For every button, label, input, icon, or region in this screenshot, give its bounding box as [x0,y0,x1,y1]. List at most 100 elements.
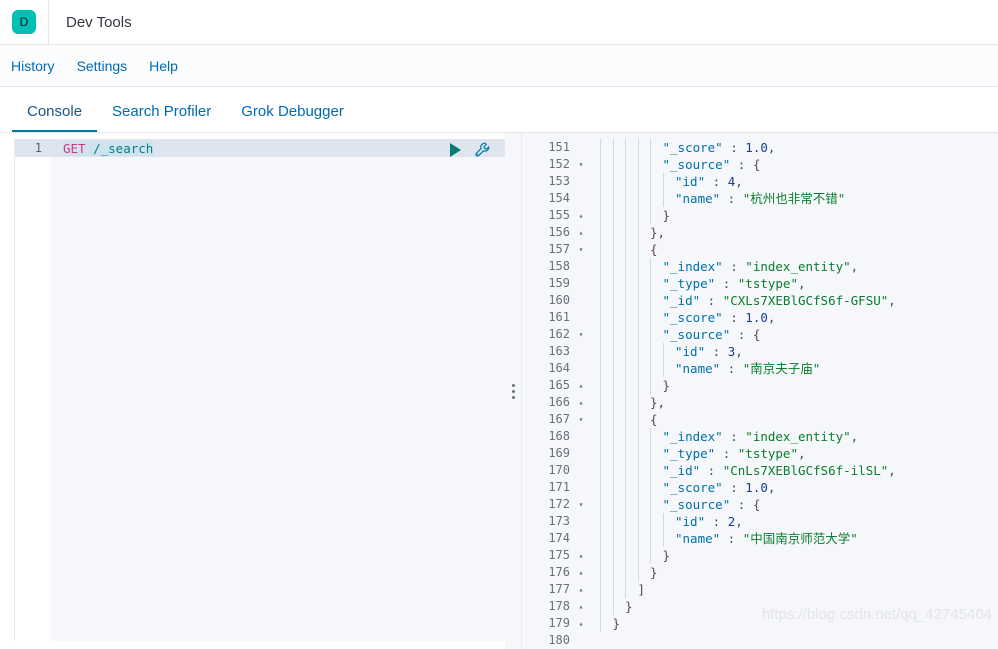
menu-item-history[interactable]: History [11,59,55,73]
play-triangle-icon[interactable] [449,143,462,157]
json-token: , [888,463,896,478]
response-line-content: }, [588,394,998,411]
indent-guide [625,139,638,156]
fold-collapse-icon[interactable]: ▴ [574,598,588,615]
response-line[interactable]: 170 "_id" : "CnLs7XEBlGCfS6f-ilSL", [522,462,998,479]
response-line[interactable]: 180 [522,632,998,649]
response-line[interactable]: 176 ▴} [522,564,998,581]
response-line[interactable]: 156 ▴}, [522,224,998,241]
response-line[interactable]: 151 "_score" : 1.0, [522,139,998,156]
response-line-content: "_type" : "tstype", [588,275,998,292]
json-token: : [722,480,746,495]
indent-guide [637,445,651,462]
panel-resize-handle[interactable] [505,133,521,649]
response-line[interactable]: 167 ▾ { [522,411,998,428]
response-line[interactable]: 169 "_type" : "tstype", [522,445,998,462]
fold-expand-icon[interactable]: ▾ [574,411,588,428]
response-line[interactable]: 161 "_score" : 1.0, [522,309,998,326]
fold-collapse-icon[interactable]: ▴ [574,564,588,581]
fold-collapse-icon[interactable]: ▴ [574,207,588,224]
fold-expand-icon[interactable]: ▾ [574,326,588,343]
response-line[interactable]: 157 ▾ { [522,241,998,258]
response-line[interactable]: 163 "id" : 3, [522,343,998,360]
indent-guide [625,496,638,513]
request-editor-empty-area[interactable] [51,157,505,641]
wrench-icon[interactable] [475,142,491,158]
indent-guide [612,224,626,241]
tab-console[interactable]: Console [12,104,98,132]
response-line[interactable]: 174 "name" : "中国南京师范大学" [522,530,998,547]
indent-guide [600,462,613,479]
fold-collapse-icon[interactable]: ▴ [574,547,588,564]
request-line-1[interactable]: 1 GET /_search [15,139,505,157]
response-line[interactable]: 158 "_index" : "index_entity", [522,258,998,275]
response-line[interactable]: 175 ▴} [522,547,998,564]
request-line-content[interactable]: GET /_search [51,140,505,156]
response-line-content: "_id" : "CXLs7XEBlGCfS6f-GFSU", [588,292,998,309]
json-token: "_id" [662,463,701,478]
json-token: "_id" [662,293,701,308]
request-editor-rows[interactable]: 1 GET /_search [15,139,505,641]
response-line[interactable]: 166 ▴}, [522,394,998,411]
fold-collapse-icon[interactable]: ▴ [574,224,588,241]
response-line-number: 156 [548,225,570,239]
response-line[interactable]: 153 "id" : 4, [522,173,998,190]
response-line[interactable]: 173 "id" : 2, [522,513,998,530]
fold-collapse-icon[interactable]: ▴ [574,581,588,598]
menu-item-settings[interactable]: Settings [77,59,128,73]
json-token: "_score" [662,140,723,155]
fold-expand-icon[interactable]: ▾ [574,241,588,258]
response-line[interactable]: 154 "name" : "杭州也非常不错" [522,190,998,207]
tab-grok-debugger[interactable]: Grok Debugger [226,104,359,132]
logo-cell[interactable]: D [0,0,49,44]
response-line-number: 177 [548,582,570,596]
indent-guide [625,173,638,190]
request-actions [449,141,491,159]
response-line[interactable]: 160 "_id" : "CXLs7XEBlGCfS6f-GFSU", [522,292,998,309]
tab-search-profiler[interactable]: Search Profiler [97,104,226,132]
fold-expand-icon[interactable]: ▾ [574,156,588,173]
json-token: "杭州也非常不错" [742,191,846,206]
response-editor-rows[interactable]: 151 "_score" : 1.0, 152 ▾ "_source" : {153 "i… [522,139,998,649]
response-line[interactable]: 155 ▴} [522,207,998,224]
indent-guide [662,173,676,190]
indent-guide [612,547,626,564]
response-line[interactable]: 162 ▾ "_source" : { [522,326,998,343]
indent-guide [600,343,613,360]
response-line[interactable]: 171 "_score" : 1.0, [522,479,998,496]
fold-collapse-icon[interactable]: ▴ [574,377,588,394]
response-line[interactable]: 178 ▴} [522,598,998,615]
indent-guide [600,156,613,173]
response-line[interactable]: 172 ▾ "_source" : { [522,496,998,513]
response-line[interactable]: 164 "name" : "南京夫子庙" [522,360,998,377]
response-line[interactable]: 168 "_index" : "index_entity", [522,428,998,445]
json-token: : [722,259,746,274]
indent-guide [600,445,613,462]
indent-guide [650,479,663,496]
response-line[interactable]: 177 ▴] [522,581,998,598]
response-line[interactable]: 159 "_type" : "tstype", [522,275,998,292]
indent-guide [650,496,663,513]
fold-expand-icon[interactable]: ▾ [574,496,588,513]
response-line-number: 165 [548,378,570,392]
indent-guide [637,496,651,513]
json-token: , [735,344,743,359]
indent-guide [600,598,613,615]
fold-collapse-icon[interactable]: ▴ [574,615,588,632]
response-line[interactable]: 152 ▾ "_source" : { [522,156,998,173]
request-editor[interactable]: 1 GET /_search [14,139,505,641]
indent-guide [650,139,663,156]
json-token: } [662,548,671,563]
indent-guide [662,513,676,530]
json-token: , [797,276,806,291]
fold-collapse-icon[interactable]: ▴ [574,394,588,411]
menu-item-help[interactable]: Help [149,59,178,73]
response-line[interactable]: 179 ▴} [522,615,998,632]
response-line[interactable]: 165 ▴} [522,377,998,394]
response-panel[interactable]: 151 "_score" : 1.0, 152 ▾ "_source" : {153 "i… [521,133,998,649]
indent-guide [600,258,613,275]
indent-guide [612,173,626,190]
